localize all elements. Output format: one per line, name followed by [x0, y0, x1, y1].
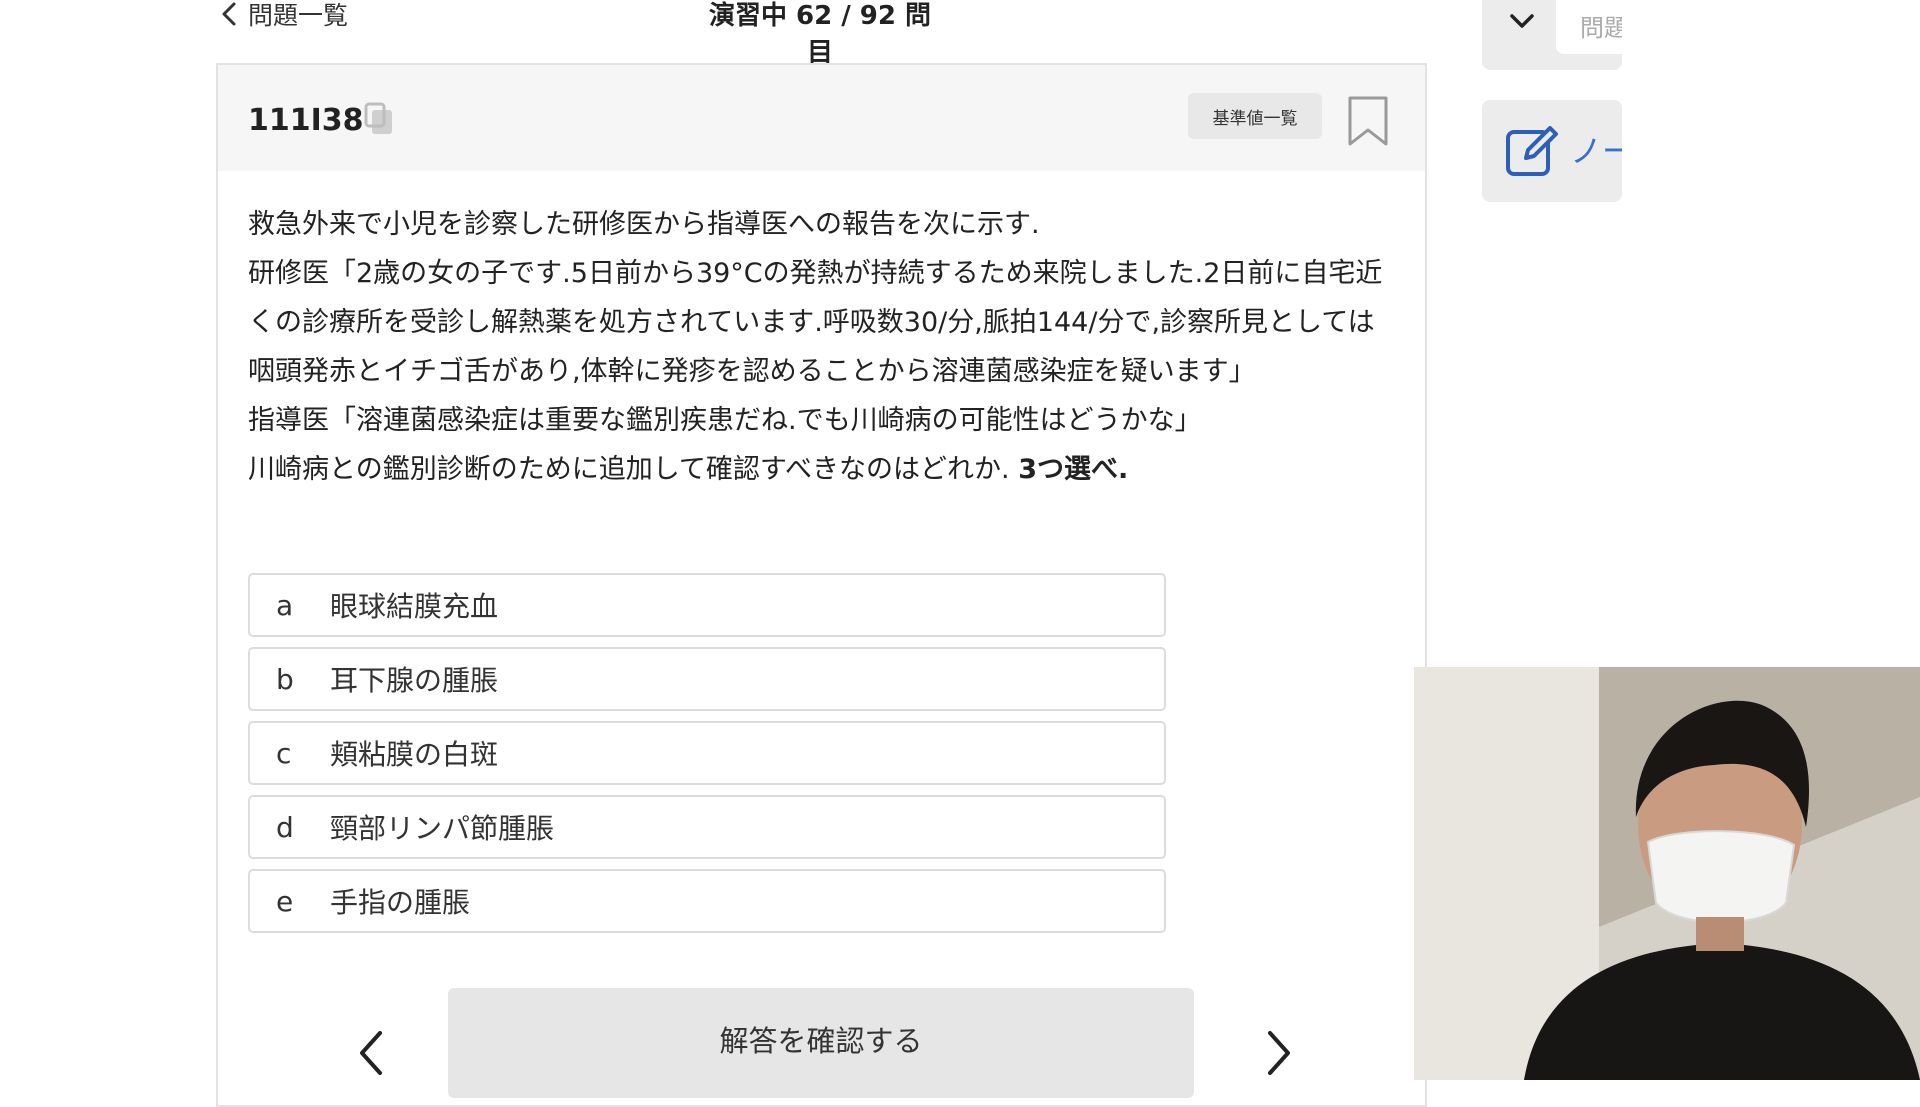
question-prompt-text: 川崎病との鑑別診断のために追加して確認すべきなのはどれか. [248, 454, 1010, 485]
choice-letter: b [276, 662, 294, 696]
choice-letter: e [276, 884, 294, 918]
next-question-button[interactable] [1258, 1023, 1298, 1083]
chevron-left-icon [222, 2, 236, 26]
question-prompt-emphasis: 3つ選べ. [1018, 454, 1129, 485]
choice-a[interactable]: a 眼球結膜充血 [248, 573, 1166, 637]
previous-question-button[interactable] [352, 1023, 392, 1083]
choice-text: 頸部リンパ節腫脹 [330, 812, 555, 845]
choice-text: 頬粘膜の白斑 [330, 738, 499, 771]
question-line: 研修医「2歳の女の子です.5日前から39°Cの発熱が持続するため来院しました.2… [248, 258, 1383, 387]
question-text: 救急外来で小児を診察した研修医から指導医への報告を次に示す. 研修医「2歳の女の… [248, 200, 1398, 494]
question-card-header: 111I38 基準値一覧 [218, 65, 1425, 171]
note-button[interactable]: ノー [1482, 100, 1622, 202]
choice-b[interactable]: b 耳下腺の腫脹 [248, 647, 1166, 711]
check-answer-button[interactable]: 解答を確認する [448, 988, 1194, 1098]
choice-text: 耳下腺の腫脹 [330, 664, 499, 697]
presenter-video-frame [1414, 667, 1920, 1080]
edit-note-icon [1506, 126, 1558, 176]
question-prompt: 川崎病との鑑別診断のために追加して確認すべきなのはどれか. 3つ選べ. [248, 445, 1398, 494]
question-card: 111I38 基準値一覧 救急外来で小児を診察した研修医から指導医への報告を次に… [216, 63, 1427, 1107]
choice-letter: c [276, 736, 292, 770]
choice-letter: d [276, 810, 294, 844]
progress-indicator: 演習中 62 / 92 問目 [708, 1, 932, 68]
choice-letter: a [276, 588, 294, 622]
back-to-list-link[interactable]: 問題一覧 [218, 0, 348, 32]
question-select-panel: 問題 [1482, 0, 1622, 70]
choice-d[interactable]: d 頸部リンパ節腫脹 [248, 795, 1166, 859]
reference-values-button[interactable]: 基準値一覧 [1188, 93, 1322, 139]
question-id: 111I38 [248, 103, 364, 138]
question-search-input[interactable]: 問題 [1556, 0, 1622, 54]
question-line: 救急外来で小児を診察した研修医から指導医への報告を次に示す. [248, 209, 1040, 240]
copy-icon[interactable] [362, 100, 398, 140]
bookmark-icon[interactable] [1346, 95, 1390, 147]
choice-text: 手指の腫脹 [330, 886, 471, 919]
webcam-video-overlay [1414, 667, 1920, 1080]
choice-e[interactable]: e 手指の腫脹 [248, 869, 1166, 933]
chevron-down-icon[interactable] [1504, 10, 1540, 34]
choice-text: 眼球結膜充血 [330, 590, 499, 623]
question-line: 指導医「溶連菌感染症は重要な鑑別疾患だね.でも川崎病の可能性はどうかな」 [248, 405, 1202, 436]
back-link-label: 問題一覧 [248, 1, 349, 30]
top-bar: 問題一覧 演習中 62 / 92 問目 [0, 0, 1920, 68]
choice-c[interactable]: c 頬粘膜の白斑 [248, 721, 1166, 785]
note-button-label: ノー [1570, 132, 1622, 170]
